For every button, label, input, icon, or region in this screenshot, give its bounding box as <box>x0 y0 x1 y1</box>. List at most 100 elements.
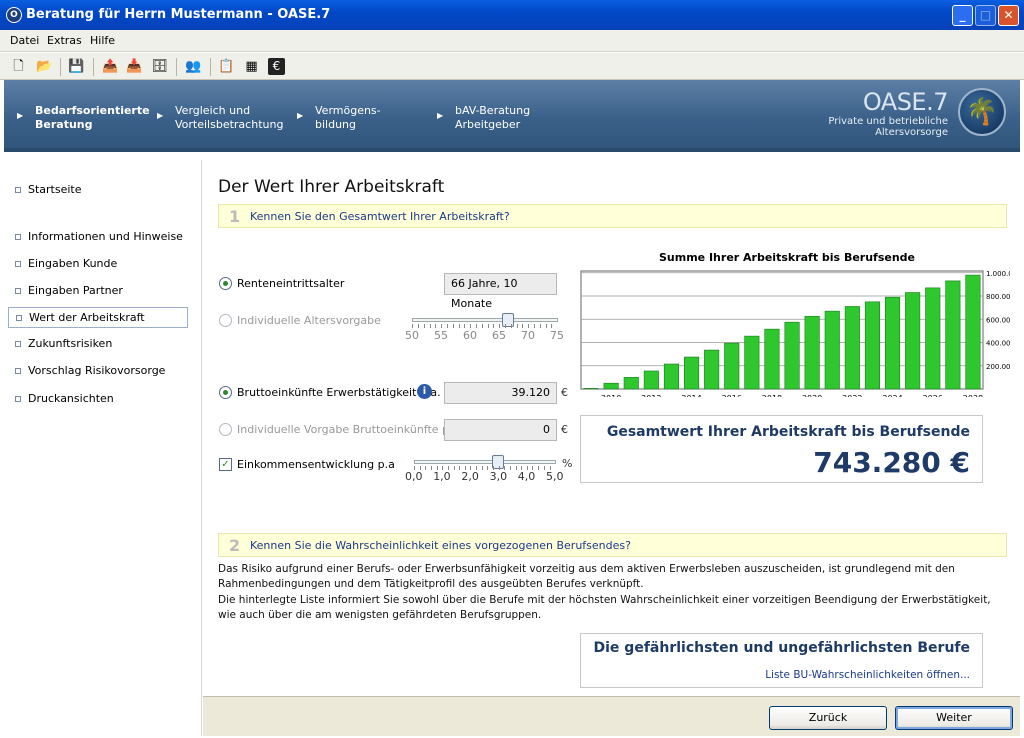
slider-tick <box>551 324 553 328</box>
slider-tick-label: 55 <box>434 329 448 342</box>
slider-tick <box>481 466 483 470</box>
paragraph-liste: Die hinterlegte Liste informiert Sie sow… <box>218 594 991 621</box>
chart-y-tick-label: 600.000 <box>986 316 1010 324</box>
gesamtwert-box: Gesamtwert Ihrer Arbeitskraft bis Berufs… <box>580 415 983 483</box>
altersvorgabe-slider[interactable] <box>412 313 558 329</box>
indiv-brutto-field[interactable]: 0 <box>444 419 557 441</box>
indiv-brutto-radio[interactable] <box>219 423 232 436</box>
slider-tick <box>522 324 524 328</box>
slider-tick <box>515 466 517 470</box>
close-button[interactable]: ✕ <box>998 5 1019 26</box>
chart-bar <box>804 316 820 390</box>
slider-tick-label: 75 <box>550 329 564 342</box>
sidebar-item-startseite[interactable]: Startseite <box>8 180 188 201</box>
chart-x-tick-label: 2028 <box>963 394 983 397</box>
slider-tick <box>516 324 518 328</box>
slider-tick-label: 50 <box>405 329 419 342</box>
einkommensentwicklung-checkbox[interactable]: ✓ <box>219 458 232 471</box>
sidebar-item-eingaben-partner[interactable]: Eingaben Partner <box>8 281 188 302</box>
nav-vermoegensbildung[interactable]: Vermögens- bildung <box>315 104 381 132</box>
chart-x-tick-label: 2010 <box>601 394 621 397</box>
archive-icon[interactable]: 🗄 <box>151 58 168 75</box>
chart-bar <box>885 296 901 390</box>
slider-tick-label: 70 <box>521 329 535 342</box>
slider-tick <box>429 324 431 328</box>
slider-tick <box>470 324 471 328</box>
chart-bar <box>844 306 860 390</box>
chart-bar <box>744 335 760 390</box>
title-bar: O Beratung für Herrn Mustermann - OASE.7… <box>0 0 1024 30</box>
slider-tick <box>539 324 541 328</box>
sidebar-item-wert-der-arbeitskraft[interactable]: Wert der Arbeitskraft <box>8 307 188 328</box>
slider-tick-label: 0,0 <box>405 470 423 483</box>
slider-tick <box>464 324 466 328</box>
menu-datei[interactable]: Datei <box>10 34 39 47</box>
renteneintrittsalter-radio[interactable] <box>219 277 232 290</box>
sidebar-item-vorschlag-risikovorsorge[interactable]: Vorschlag Risikovorsorge <box>8 361 188 382</box>
chart-bar <box>965 274 981 390</box>
nav-bav-beratung[interactable]: bAV-Beratung Arbeitgeber <box>455 104 530 132</box>
question-1-text: Kennen Sie den Gesamtwert Ihrer Arbeitsk… <box>250 210 510 223</box>
minimize-button[interactable]: _ <box>952 5 973 26</box>
chart-bar <box>905 292 921 390</box>
nav-bedarfsorientierte-beratung[interactable]: Bedarfsorientierte Beratung <box>35 104 150 132</box>
bruttoeinkuenfte-label: Bruttoeinkünfte Erwerbstätigkeit p.a. <box>237 386 441 399</box>
slider-tick <box>504 324 506 328</box>
menu-hilfe[interactable]: Hilfe <box>90 34 115 47</box>
gesamtwert-value: 743.280 € <box>813 446 970 479</box>
chart-x-tick-label: 2020 <box>802 394 822 397</box>
bu-liste-link[interactable]: Liste BU-Wahrscheinlichkeiten öffnen... <box>765 669 970 681</box>
save-icon[interactable]: 💾 <box>68 58 85 75</box>
slider-tick <box>412 324 413 328</box>
sidebar: Startseite Informationen und Hinweise Ei… <box>4 160 202 736</box>
slider-tick <box>459 466 461 470</box>
sidebar-item-eingaben-kunde[interactable]: Eingaben Kunde <box>8 254 188 275</box>
slider-tick-label: 2,0 <box>461 470 479 483</box>
maximize-button[interactable]: □ <box>975 5 996 26</box>
chevron-right-icon: ▶ <box>297 111 304 120</box>
users-icon[interactable]: 👥 <box>185 58 202 75</box>
clipboard-icon[interactable]: 📋 <box>218 58 235 75</box>
slider-tick <box>475 324 477 328</box>
chart-bar <box>704 349 720 390</box>
question-number: 2 <box>229 536 241 555</box>
bullet-icon <box>15 368 21 374</box>
chart-bar <box>583 388 599 390</box>
back-button[interactable]: Zurück <box>769 706 887 730</box>
slider-tick <box>431 466 433 470</box>
euro-icon[interactable]: € <box>268 58 285 75</box>
brand-title: OASE.7 <box>862 88 949 116</box>
export-icon[interactable]: 📤 <box>102 58 119 75</box>
next-button[interactable]: Weiter <box>895 706 1013 730</box>
bruttoeinkuenfte-radio[interactable] <box>219 386 232 399</box>
slider-tick <box>417 324 419 328</box>
sidebar-item-zukunftsrisiken[interactable]: Zukunftsrisiken <box>8 334 188 355</box>
new-document-icon[interactable]: 🗋 <box>10 58 27 75</box>
nav-vergleich[interactable]: Vergleich und Vorteilsbetrachtung <box>175 104 283 132</box>
question-1-bar: 1 Kennen Sie den Gesamtwert Ihrer Arbeit… <box>218 204 1007 228</box>
calculator-icon[interactable]: ▦ <box>243 58 260 75</box>
altersvorgabe-radio[interactable] <box>219 314 232 327</box>
page-title: Der Wert Ihrer Arbeitskraft <box>218 177 445 197</box>
bullet-icon <box>15 261 21 267</box>
slider-tick <box>545 324 547 328</box>
sidebar-item-druckansichten[interactable]: Druckansichten <box>8 389 188 410</box>
bruttoeinkuenfte-field[interactable]: 39.120 <box>444 382 557 404</box>
altersvorgabe-label: Individuelle Altersvorgabe <box>237 314 381 327</box>
info-icon[interactable]: i <box>417 384 432 399</box>
slider-tick <box>543 466 545 470</box>
slider-tick <box>533 324 535 328</box>
sidebar-item-informationen[interactable]: Informationen und Hinweise <box>8 227 188 248</box>
paragraph-risiko: Das Risiko aufgrund einer Berufs- oder E… <box>218 563 955 590</box>
renteneintrittsalter-label: Renteneintrittsalter <box>237 277 345 290</box>
menu-extras[interactable]: Extras <box>47 34 82 47</box>
chart-y-tick-label: 800.000 <box>986 293 1010 301</box>
bullet-icon <box>15 234 21 240</box>
renteneintrittsalter-value: 66 Jahre, 10 Monate <box>444 273 557 310</box>
import-icon[interactable]: 📥 <box>126 58 143 75</box>
chart-x-tick-label: 2026 <box>923 394 943 397</box>
open-folder-icon[interactable]: 📂 <box>36 58 53 75</box>
chart-svg: Summe Ihrer Arbeitskraft bis Berufsende … <box>580 251 1022 403</box>
process-nav: ▶ Bedarfsorientierte Beratung ▶ Vergleic… <box>4 80 1020 152</box>
einkommensentwicklung-slider[interactable] <box>414 455 556 471</box>
